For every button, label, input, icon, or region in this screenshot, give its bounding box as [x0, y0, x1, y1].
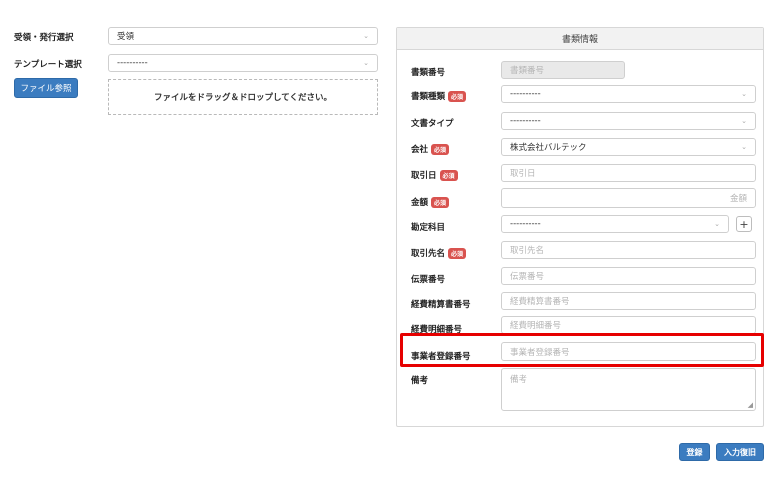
- dropzone-text: ファイルをドラッグ＆ドロップしてください。: [154, 93, 332, 103]
- file-dropzone[interactable]: ファイルをドラッグ＆ドロップしてください。: [108, 79, 378, 115]
- slip-number-label: 伝票番号: [411, 273, 445, 285]
- chevron-down-icon: ⌄: [363, 59, 369, 67]
- remarks-placeholder: 備考: [510, 375, 528, 385]
- slip-number-field[interactable]: 伝票番号: [501, 267, 756, 285]
- register-button[interactable]: 登録: [679, 443, 710, 461]
- expense-detail-field[interactable]: 経費明細番号: [501, 316, 756, 334]
- company-label: 会社 必須: [411, 143, 450, 155]
- account-select[interactable]: ---------- ⌄: [501, 215, 729, 233]
- doc-type-label: 文書タイプ: [411, 117, 454, 129]
- doc-number-field[interactable]: 書類番号: [501, 61, 625, 79]
- highlight-box: [400, 333, 764, 367]
- file-browse-button[interactable]: ファイル参照: [14, 78, 78, 98]
- chevron-down-icon: ⌄: [741, 90, 747, 98]
- doc-type-select[interactable]: ---------- ⌄: [501, 112, 756, 130]
- account-label: 勘定科目: [411, 221, 445, 233]
- remarks-label-text: 備考: [411, 376, 429, 386]
- resize-grip-icon[interactable]: ◢: [748, 401, 753, 409]
- required-badge: 必須: [439, 169, 458, 181]
- chevron-down-icon: ⌄: [363, 32, 369, 40]
- required-badge: 必須: [448, 90, 467, 102]
- slip-number-placeholder: 伝票番号: [510, 272, 545, 282]
- plus-icon[interactable]: +: [736, 216, 752, 232]
- doc-number-label-text: 書類番号: [411, 68, 446, 78]
- receive-issue-value: 受領: [117, 32, 135, 42]
- amount-label-text: 金額: [411, 198, 429, 208]
- partner-label: 取引先名 必須: [411, 247, 467, 259]
- required-badge: 必須: [431, 143, 450, 155]
- doc-number-placeholder: 書類番号: [510, 66, 545, 76]
- partner-label-text: 取引先名: [411, 249, 446, 259]
- remarks-label: 備考: [411, 374, 428, 386]
- partner-field[interactable]: 取引先名: [501, 241, 756, 259]
- amount-field[interactable]: 金額: [501, 188, 756, 208]
- doc-kind-label: 書類種類 必須: [411, 90, 467, 102]
- panel-header: 書類情報: [397, 28, 763, 50]
- template-select[interactable]: ---------- ⌄: [108, 54, 378, 72]
- chevron-down-icon: ⌄: [741, 143, 747, 151]
- required-badge: 必須: [431, 196, 450, 208]
- doc-kind-value: ----------: [510, 89, 541, 99]
- expense-number-placeholder: 経費精算書番号: [510, 297, 570, 307]
- template-value: ----------: [117, 58, 148, 68]
- amount-label: 金額 必須: [411, 196, 450, 208]
- expense-number-label: 経費精算書番号: [411, 298, 471, 310]
- remarks-textarea[interactable]: 備考 ◢: [501, 368, 756, 411]
- trade-date-label: 取引日 必須: [411, 169, 458, 181]
- company-label-text: 会社: [411, 145, 429, 155]
- partner-placeholder: 取引先名: [510, 246, 545, 256]
- company-value: 株式会社バルテック: [510, 143, 587, 153]
- clear-button[interactable]: 入力復旧: [716, 443, 764, 461]
- account-value: ----------: [510, 219, 541, 229]
- trade-date-placeholder: 取引日: [510, 169, 536, 179]
- chevron-down-icon: ⌄: [714, 220, 720, 228]
- chevron-down-icon: ⌄: [741, 117, 747, 125]
- amount-placeholder: 金額: [729, 194, 747, 204]
- doc-kind-label-text: 書類種類: [411, 92, 446, 102]
- slip-number-label-text: 伝票番号: [411, 275, 446, 285]
- document-info-panel: 書類情報 書類番号 書類番号 書類種類 必須 ---------- ⌄ 文書タイ…: [396, 27, 764, 427]
- receive-issue-select[interactable]: 受領 ⌄: [108, 27, 378, 45]
- trade-date-field[interactable]: 取引日: [501, 164, 756, 182]
- receive-issue-label: 受領・発行選択: [14, 33, 74, 43]
- template-label: テンプレート選択: [14, 60, 82, 70]
- required-badge: 必須: [448, 247, 467, 259]
- trade-date-label-text: 取引日: [411, 171, 437, 181]
- panel-title: 書類情報: [561, 35, 598, 45]
- expense-number-label-text: 経費精算書番号: [411, 300, 471, 310]
- doc-type-value: ----------: [510, 116, 541, 126]
- doc-number-label: 書類番号: [411, 66, 445, 78]
- expense-detail-placeholder: 経費明細番号: [510, 321, 562, 331]
- company-select[interactable]: 株式会社バルテック ⌄: [501, 138, 756, 156]
- account-label-text: 勘定科目: [411, 223, 446, 233]
- doc-kind-select[interactable]: ---------- ⌄: [501, 85, 756, 103]
- expense-number-field[interactable]: 経費精算書番号: [501, 292, 756, 310]
- doc-type-label-text: 文書タイプ: [411, 119, 454, 129]
